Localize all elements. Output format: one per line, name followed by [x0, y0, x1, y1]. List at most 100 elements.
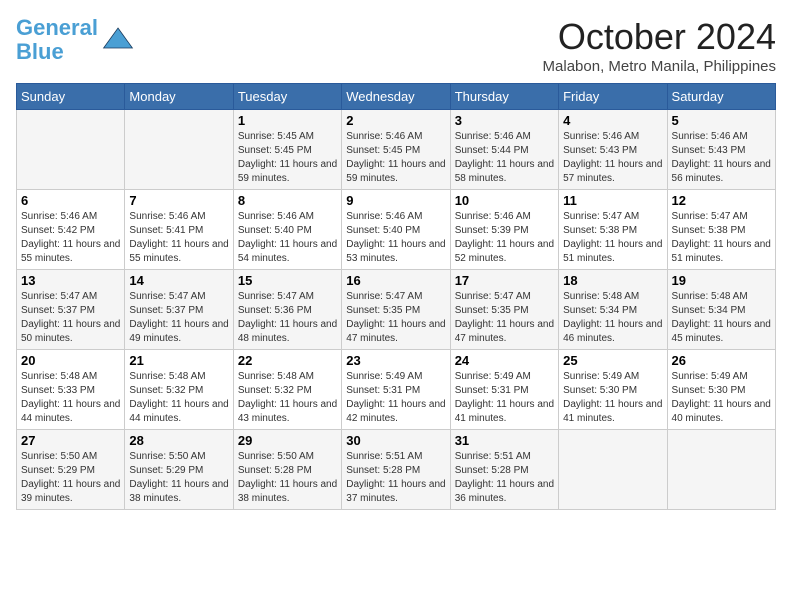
day-info: Sunrise: 5:51 AM Sunset: 5:28 PM Dayligh… [346, 450, 445, 506]
calendar-cell: 24 Sunrise: 5:49 AM Sunset: 5:31 PM Dayli… [450, 350, 558, 430]
day-number: 11 [563, 193, 662, 208]
day-number: 31 [455, 433, 554, 448]
calendar-week-2: 6 Sunrise: 5:46 AM Sunset: 5:42 PM Daylig… [17, 190, 776, 270]
calendar-cell: 8 Sunrise: 5:46 AM Sunset: 5:40 PM Daylig… [233, 190, 341, 270]
day-info: Sunrise: 5:47 AM Sunset: 5:35 PM Dayligh… [455, 290, 554, 346]
calendar-cell: 4 Sunrise: 5:46 AM Sunset: 5:43 PM Daylig… [559, 110, 667, 190]
day-info: Sunrise: 5:46 AM Sunset: 5:40 PM Dayligh… [238, 210, 337, 266]
day-info: Sunrise: 5:47 AM Sunset: 5:35 PM Dayligh… [346, 290, 445, 346]
day-number: 15 [238, 273, 337, 288]
day-number: 16 [346, 273, 445, 288]
day-number: 7 [129, 193, 228, 208]
day-info: Sunrise: 5:46 AM Sunset: 5:43 PM Dayligh… [672, 130, 771, 186]
col-header-saturday: Saturday [667, 84, 775, 110]
col-header-wednesday: Wednesday [342, 84, 450, 110]
calendar-cell: 29Sunrise: 5:50 AM Sunset: 5:28 PM Dayli… [233, 430, 341, 510]
day-number: 23 [346, 353, 445, 368]
calendar-cell: 31 Sunrise: 5:51 AM Sunset: 5:28 PM Dayli… [450, 430, 558, 510]
calendar-cell: 1 Sunrise: 5:45 AM Sunset: 5:45 PM Daylig… [233, 110, 341, 190]
calendar-cell: 19 Sunrise: 5:48 AM Sunset: 5:34 PM Dayli… [667, 270, 775, 350]
day-number: 26 [672, 353, 771, 368]
col-header-monday: Monday [125, 84, 233, 110]
day-number: 28 [129, 433, 228, 448]
day-info: Sunrise: 5:45 AM Sunset: 5:45 PM Dayligh… [238, 130, 337, 186]
calendar-cell [559, 430, 667, 510]
title-block: October 2024 Malabon, Metro Manila, Phil… [543, 16, 776, 75]
day-number: 13 [21, 273, 120, 288]
day-number: 3 [455, 113, 554, 128]
page-header: GeneralBlue October 2024 Malabon, Metro … [16, 16, 776, 75]
day-info: Sunrise: 5:50 AM Sunset: 5:28 PM Dayligh… [238, 450, 337, 506]
day-number: 14 [129, 273, 228, 288]
calendar-cell: 6 Sunrise: 5:46 AM Sunset: 5:42 PM Daylig… [17, 190, 125, 270]
day-number: 24 [455, 353, 554, 368]
calendar-cell: 16 Sunrise: 5:47 AM Sunset: 5:35 PM Dayli… [342, 270, 450, 350]
day-info: Sunrise: 5:50 AM Sunset: 5:29 PM Dayligh… [21, 450, 120, 506]
calendar-cell: 27 Sunrise: 5:50 AM Sunset: 5:29 PM Dayli… [17, 430, 125, 510]
logo-text: GeneralBlue [16, 16, 98, 64]
day-number: 1 [238, 113, 337, 128]
calendar-cell [667, 430, 775, 510]
day-number: 4 [563, 113, 662, 128]
day-number: 5 [672, 113, 771, 128]
calendar-cell: 22Sunrise: 5:48 AM Sunset: 5:32 PM Dayli… [233, 350, 341, 430]
day-info: Sunrise: 5:48 AM Sunset: 5:32 PM Dayligh… [238, 370, 337, 426]
day-number: 9 [346, 193, 445, 208]
calendar-header-row: SundayMondayTuesdayWednesdayThursdayFrid… [17, 84, 776, 110]
calendar-cell: 20Sunrise: 5:48 AM Sunset: 5:33 PM Dayli… [17, 350, 125, 430]
col-header-thursday: Thursday [450, 84, 558, 110]
day-info: Sunrise: 5:47 AM Sunset: 5:38 PM Dayligh… [672, 210, 771, 266]
day-number: 12 [672, 193, 771, 208]
day-number: 10 [455, 193, 554, 208]
day-info: Sunrise: 5:47 AM Sunset: 5:37 PM Dayligh… [21, 290, 120, 346]
calendar-cell: 10 Sunrise: 5:46 AM Sunset: 5:39 PM Dayli… [450, 190, 558, 270]
day-info: Sunrise: 5:48 AM Sunset: 5:34 PM Dayligh… [672, 290, 771, 346]
day-info: Sunrise: 5:46 AM Sunset: 5:43 PM Dayligh… [563, 130, 662, 186]
col-header-tuesday: Tuesday [233, 84, 341, 110]
day-info: Sunrise: 5:51 AM Sunset: 5:28 PM Dayligh… [455, 450, 554, 506]
day-info: Sunrise: 5:46 AM Sunset: 5:41 PM Dayligh… [129, 210, 228, 266]
calendar-cell: 21Sunrise: 5:48 AM Sunset: 5:32 PM Dayli… [125, 350, 233, 430]
calendar-cell [125, 110, 233, 190]
calendar-table: SundayMondayTuesdayWednesdayThursdayFrid… [16, 83, 776, 510]
day-info: Sunrise: 5:46 AM Sunset: 5:42 PM Dayligh… [21, 210, 120, 266]
day-number: 30 [346, 433, 445, 448]
calendar-cell: 12 Sunrise: 5:47 AM Sunset: 5:38 PM Dayli… [667, 190, 775, 270]
month-title: October 2024 [543, 16, 776, 58]
calendar-cell: 7 Sunrise: 5:46 AM Sunset: 5:41 PM Daylig… [125, 190, 233, 270]
calendar-cell: 23Sunrise: 5:49 AM Sunset: 5:31 PM Dayli… [342, 350, 450, 430]
calendar-cell: 14Sunrise: 5:47 AM Sunset: 5:37 PM Dayli… [125, 270, 233, 350]
day-info: Sunrise: 5:46 AM Sunset: 5:40 PM Dayligh… [346, 210, 445, 266]
calendar-cell: 30 Sunrise: 5:51 AM Sunset: 5:28 PM Dayli… [342, 430, 450, 510]
col-header-friday: Friday [559, 84, 667, 110]
logo: GeneralBlue [16, 16, 134, 64]
calendar-week-5: 27 Sunrise: 5:50 AM Sunset: 5:29 PM Dayli… [17, 430, 776, 510]
calendar-cell: 2Sunrise: 5:46 AM Sunset: 5:45 PM Daylig… [342, 110, 450, 190]
day-number: 19 [672, 273, 771, 288]
calendar-week-4: 20Sunrise: 5:48 AM Sunset: 5:33 PM Dayli… [17, 350, 776, 430]
day-info: Sunrise: 5:48 AM Sunset: 5:34 PM Dayligh… [563, 290, 662, 346]
calendar-cell: 26Sunrise: 5:49 AM Sunset: 5:30 PM Dayli… [667, 350, 775, 430]
calendar-cell: 13 Sunrise: 5:47 AM Sunset: 5:37 PM Dayli… [17, 270, 125, 350]
day-info: Sunrise: 5:46 AM Sunset: 5:44 PM Dayligh… [455, 130, 554, 186]
calendar-cell: 5 Sunrise: 5:46 AM Sunset: 5:43 PM Daylig… [667, 110, 775, 190]
calendar-cell: 11Sunrise: 5:47 AM Sunset: 5:38 PM Dayli… [559, 190, 667, 270]
day-number: 2 [346, 113, 445, 128]
calendar-cell: 25Sunrise: 5:49 AM Sunset: 5:30 PM Dayli… [559, 350, 667, 430]
calendar-week-3: 13 Sunrise: 5:47 AM Sunset: 5:37 PM Dayli… [17, 270, 776, 350]
day-info: Sunrise: 5:47 AM Sunset: 5:36 PM Dayligh… [238, 290, 337, 346]
day-number: 21 [129, 353, 228, 368]
day-number: 17 [455, 273, 554, 288]
day-number: 6 [21, 193, 120, 208]
calendar-cell: 9 Sunrise: 5:46 AM Sunset: 5:40 PM Daylig… [342, 190, 450, 270]
calendar-cell: 3 Sunrise: 5:46 AM Sunset: 5:44 PM Daylig… [450, 110, 558, 190]
calendar-cell: 28Sunrise: 5:50 AM Sunset: 5:29 PM Dayli… [125, 430, 233, 510]
day-number: 18 [563, 273, 662, 288]
day-info: Sunrise: 5:49 AM Sunset: 5:31 PM Dayligh… [455, 370, 554, 426]
calendar-cell: 17 Sunrise: 5:47 AM Sunset: 5:35 PM Dayli… [450, 270, 558, 350]
day-number: 8 [238, 193, 337, 208]
day-info: Sunrise: 5:46 AM Sunset: 5:39 PM Dayligh… [455, 210, 554, 266]
day-number: 27 [21, 433, 120, 448]
calendar-cell [17, 110, 125, 190]
location: Malabon, Metro Manila, Philippines [543, 58, 776, 75]
